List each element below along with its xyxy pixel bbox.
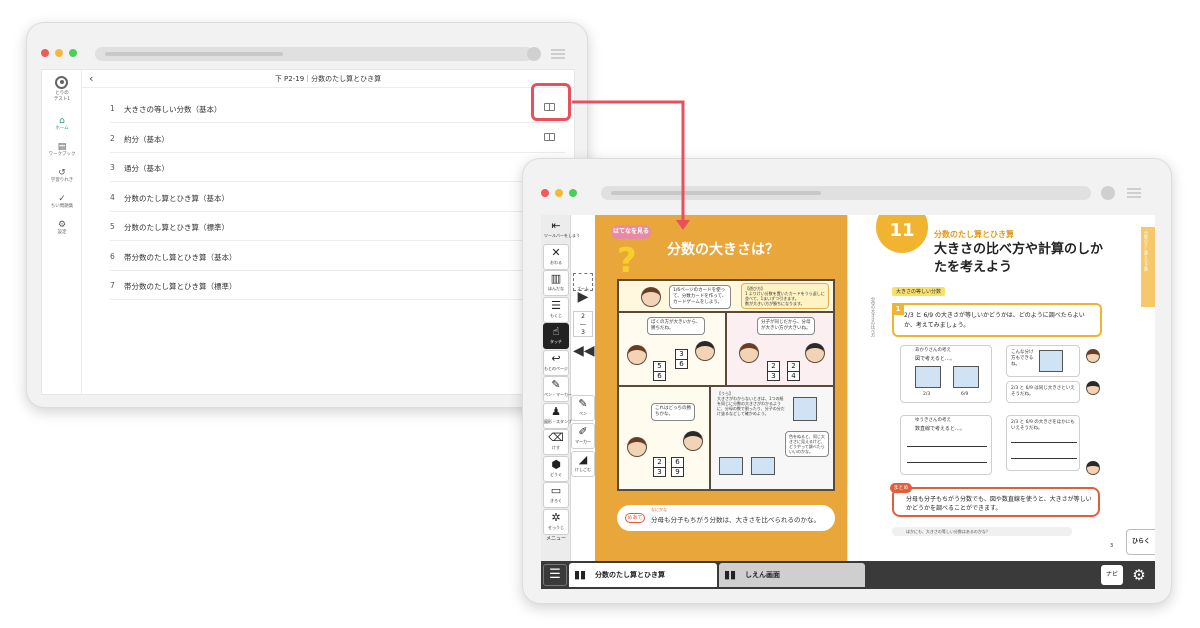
connector-arrow	[572, 100, 690, 230]
